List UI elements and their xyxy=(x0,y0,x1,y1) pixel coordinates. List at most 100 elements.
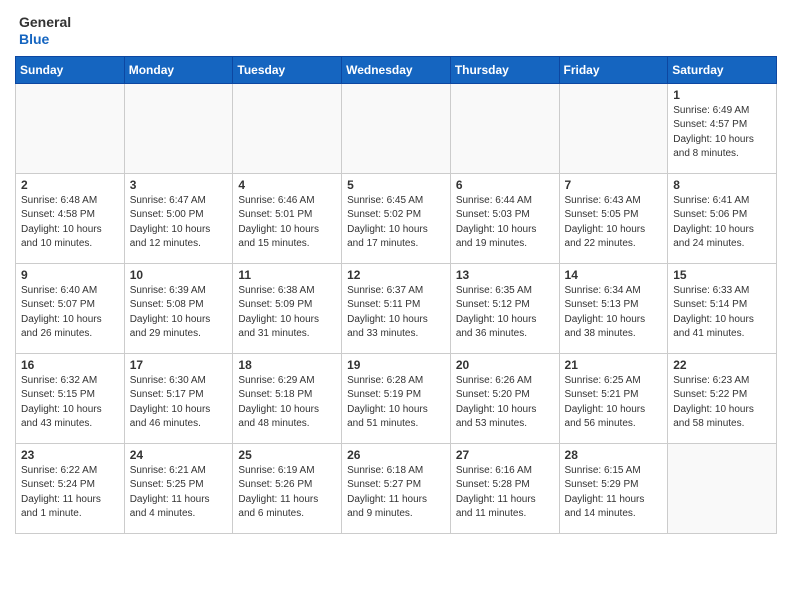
day-info: Sunrise: 6:35 AM Sunset: 5:12 PM Dayligh… xyxy=(456,284,554,342)
weekday-header-thursday: Thursday xyxy=(450,56,559,83)
calendar-table: SundayMondayTuesdayWednesdayThursdayFrid… xyxy=(15,56,777,534)
day-info: Sunrise: 6:45 AM Sunset: 5:02 PM Dayligh… xyxy=(347,194,445,252)
day-number: 5 xyxy=(347,178,445,192)
day-number: 15 xyxy=(673,268,771,282)
page-header: GeneralBlue xyxy=(15,14,777,48)
calendar-cell xyxy=(16,83,125,173)
day-info: Sunrise: 6:22 AM Sunset: 5:24 PM Dayligh… xyxy=(21,464,119,522)
day-info: Sunrise: 6:19 AM Sunset: 5:26 PM Dayligh… xyxy=(238,464,336,522)
day-info: Sunrise: 6:44 AM Sunset: 5:03 PM Dayligh… xyxy=(456,194,554,252)
day-number: 9 xyxy=(21,268,119,282)
calendar-cell: 24Sunrise: 6:21 AM Sunset: 5:25 PM Dayli… xyxy=(124,443,233,533)
day-info: Sunrise: 6:15 AM Sunset: 5:29 PM Dayligh… xyxy=(565,464,663,522)
day-info: Sunrise: 6:28 AM Sunset: 5:19 PM Dayligh… xyxy=(347,374,445,432)
day-info: Sunrise: 6:30 AM Sunset: 5:17 PM Dayligh… xyxy=(130,374,228,432)
day-info: Sunrise: 6:48 AM Sunset: 4:58 PM Dayligh… xyxy=(21,194,119,252)
day-number: 2 xyxy=(21,178,119,192)
calendar-cell: 2 Sunrise: 6:48 AM Sunset: 4:58 PM Daylig… xyxy=(16,173,125,263)
day-info: Sunrise: 6:32 AM Sunset: 5:15 PM Dayligh… xyxy=(21,374,119,432)
day-number: 10 xyxy=(130,268,228,282)
day-info: Sunrise: 6:26 AM Sunset: 5:20 PM Dayligh… xyxy=(456,374,554,432)
logo-blue: Blue xyxy=(19,31,71,48)
calendar-cell: 4 Sunrise: 6:46 AM Sunset: 5:01 PM Daylig… xyxy=(233,173,342,263)
calendar-week-2: 2 Sunrise: 6:48 AM Sunset: 4:58 PM Daylig… xyxy=(16,173,777,263)
calendar-cell: 3Sunrise: 6:47 AM Sunset: 5:00 PM Daylig… xyxy=(124,173,233,263)
calendar-week-1: 1 Sunrise: 6:49 AM Sunset: 4:57 PM Daylig… xyxy=(16,83,777,173)
calendar-cell: 10 Sunrise: 6:39 AM Sunset: 5:08 PM Dayli… xyxy=(124,263,233,353)
weekday-header-wednesday: Wednesday xyxy=(342,56,451,83)
day-info: Sunrise: 6:39 AM Sunset: 5:08 PM Dayligh… xyxy=(130,284,228,342)
day-info: Sunrise: 6:16 AM Sunset: 5:28 PM Dayligh… xyxy=(456,464,554,522)
calendar-cell: 20 Sunrise: 6:26 AM Sunset: 5:20 PM Dayli… xyxy=(450,353,559,443)
day-info: Sunrise: 6:29 AM Sunset: 5:18 PM Dayligh… xyxy=(238,374,336,432)
calendar-cell xyxy=(342,83,451,173)
day-info: Sunrise: 6:34 AM Sunset: 5:13 PM Dayligh… xyxy=(565,284,663,342)
day-info: Sunrise: 6:23 AM Sunset: 5:22 PM Dayligh… xyxy=(673,374,771,432)
day-number: 11 xyxy=(238,268,336,282)
day-info: Sunrise: 6:40 AM Sunset: 5:07 PM Dayligh… xyxy=(21,284,119,342)
day-info: Sunrise: 6:25 AM Sunset: 5:21 PM Dayligh… xyxy=(565,374,663,432)
calendar-cell: 18 Sunrise: 6:29 AM Sunset: 5:18 PM Dayli… xyxy=(233,353,342,443)
calendar-cell xyxy=(559,83,668,173)
day-info: Sunrise: 6:21 AM Sunset: 5:25 PM Dayligh… xyxy=(130,464,228,522)
calendar-cell: 11 Sunrise: 6:38 AM Sunset: 5:09 PM Dayli… xyxy=(233,263,342,353)
calendar-header: SundayMondayTuesdayWednesdayThursdayFrid… xyxy=(16,56,777,83)
calendar-cell: 26Sunrise: 6:18 AM Sunset: 5:27 PM Dayli… xyxy=(342,443,451,533)
day-number: 25 xyxy=(238,448,336,462)
day-number: 12 xyxy=(347,268,445,282)
calendar-cell: 16 Sunrise: 6:32 AM Sunset: 5:15 PM Dayli… xyxy=(16,353,125,443)
day-info: Sunrise: 6:37 AM Sunset: 5:11 PM Dayligh… xyxy=(347,284,445,342)
calendar-cell: 27 Sunrise: 6:16 AM Sunset: 5:28 PM Dayli… xyxy=(450,443,559,533)
calendar-cell: 1 Sunrise: 6:49 AM Sunset: 4:57 PM Daylig… xyxy=(668,83,777,173)
calendar-cell: 5 Sunrise: 6:45 AM Sunset: 5:02 PM Daylig… xyxy=(342,173,451,263)
logo-text: GeneralBlue xyxy=(19,14,71,48)
calendar-week-4: 16 Sunrise: 6:32 AM Sunset: 5:15 PM Dayli… xyxy=(16,353,777,443)
day-number: 4 xyxy=(238,178,336,192)
calendar-cell: 6 Sunrise: 6:44 AM Sunset: 5:03 PM Daylig… xyxy=(450,173,559,263)
day-info: Sunrise: 6:49 AM Sunset: 4:57 PM Dayligh… xyxy=(673,104,771,162)
calendar-cell: 17Sunrise: 6:30 AM Sunset: 5:17 PM Dayli… xyxy=(124,353,233,443)
weekday-header-saturday: Saturday xyxy=(668,56,777,83)
day-number: 6 xyxy=(456,178,554,192)
calendar-cell xyxy=(668,443,777,533)
day-number: 8 xyxy=(673,178,771,192)
calendar-cell: 14Sunrise: 6:34 AM Sunset: 5:13 PM Dayli… xyxy=(559,263,668,353)
day-info: Sunrise: 6:38 AM Sunset: 5:09 PM Dayligh… xyxy=(238,284,336,342)
day-number: 7 xyxy=(565,178,663,192)
calendar-cell xyxy=(233,83,342,173)
day-info: Sunrise: 6:43 AM Sunset: 5:05 PM Dayligh… xyxy=(565,194,663,252)
calendar-week-5: 23 Sunrise: 6:22 AM Sunset: 5:24 PM Dayli… xyxy=(16,443,777,533)
day-number: 1 xyxy=(673,88,771,102)
logo: GeneralBlue xyxy=(15,14,71,48)
calendar-cell: 12 Sunrise: 6:37 AM Sunset: 5:11 PM Dayli… xyxy=(342,263,451,353)
day-info: Sunrise: 6:46 AM Sunset: 5:01 PM Dayligh… xyxy=(238,194,336,252)
day-number: 16 xyxy=(21,358,119,372)
day-number: 27 xyxy=(456,448,554,462)
calendar-cell xyxy=(450,83,559,173)
calendar-cell: 22 Sunrise: 6:23 AM Sunset: 5:22 PM Dayli… xyxy=(668,353,777,443)
calendar-cell xyxy=(124,83,233,173)
calendar-cell: 19 Sunrise: 6:28 AM Sunset: 5:19 PM Dayli… xyxy=(342,353,451,443)
day-number: 13 xyxy=(456,268,554,282)
weekday-header-monday: Monday xyxy=(124,56,233,83)
day-number: 19 xyxy=(347,358,445,372)
weekday-header-friday: Friday xyxy=(559,56,668,83)
day-number: 26 xyxy=(347,448,445,462)
calendar-cell: 13 Sunrise: 6:35 AM Sunset: 5:12 PM Dayli… xyxy=(450,263,559,353)
day-number: 23 xyxy=(21,448,119,462)
calendar-cell: 23 Sunrise: 6:22 AM Sunset: 5:24 PM Dayli… xyxy=(16,443,125,533)
calendar-cell: 25 Sunrise: 6:19 AM Sunset: 5:26 PM Dayli… xyxy=(233,443,342,533)
calendar-cell: 9 Sunrise: 6:40 AM Sunset: 5:07 PM Daylig… xyxy=(16,263,125,353)
day-number: 21 xyxy=(565,358,663,372)
day-info: Sunrise: 6:41 AM Sunset: 5:06 PM Dayligh… xyxy=(673,194,771,252)
day-number: 3 xyxy=(130,178,228,192)
day-number: 20 xyxy=(456,358,554,372)
day-number: 18 xyxy=(238,358,336,372)
day-number: 22 xyxy=(673,358,771,372)
calendar-body: 1 Sunrise: 6:49 AM Sunset: 4:57 PM Daylig… xyxy=(16,83,777,533)
calendar-cell: 21 Sunrise: 6:25 AM Sunset: 5:21 PM Dayli… xyxy=(559,353,668,443)
calendar-week-3: 9 Sunrise: 6:40 AM Sunset: 5:07 PM Daylig… xyxy=(16,263,777,353)
calendar-cell: 15Sunrise: 6:33 AM Sunset: 5:14 PM Dayli… xyxy=(668,263,777,353)
weekday-header-tuesday: Tuesday xyxy=(233,56,342,83)
calendar-cell: 28Sunrise: 6:15 AM Sunset: 5:29 PM Dayli… xyxy=(559,443,668,533)
